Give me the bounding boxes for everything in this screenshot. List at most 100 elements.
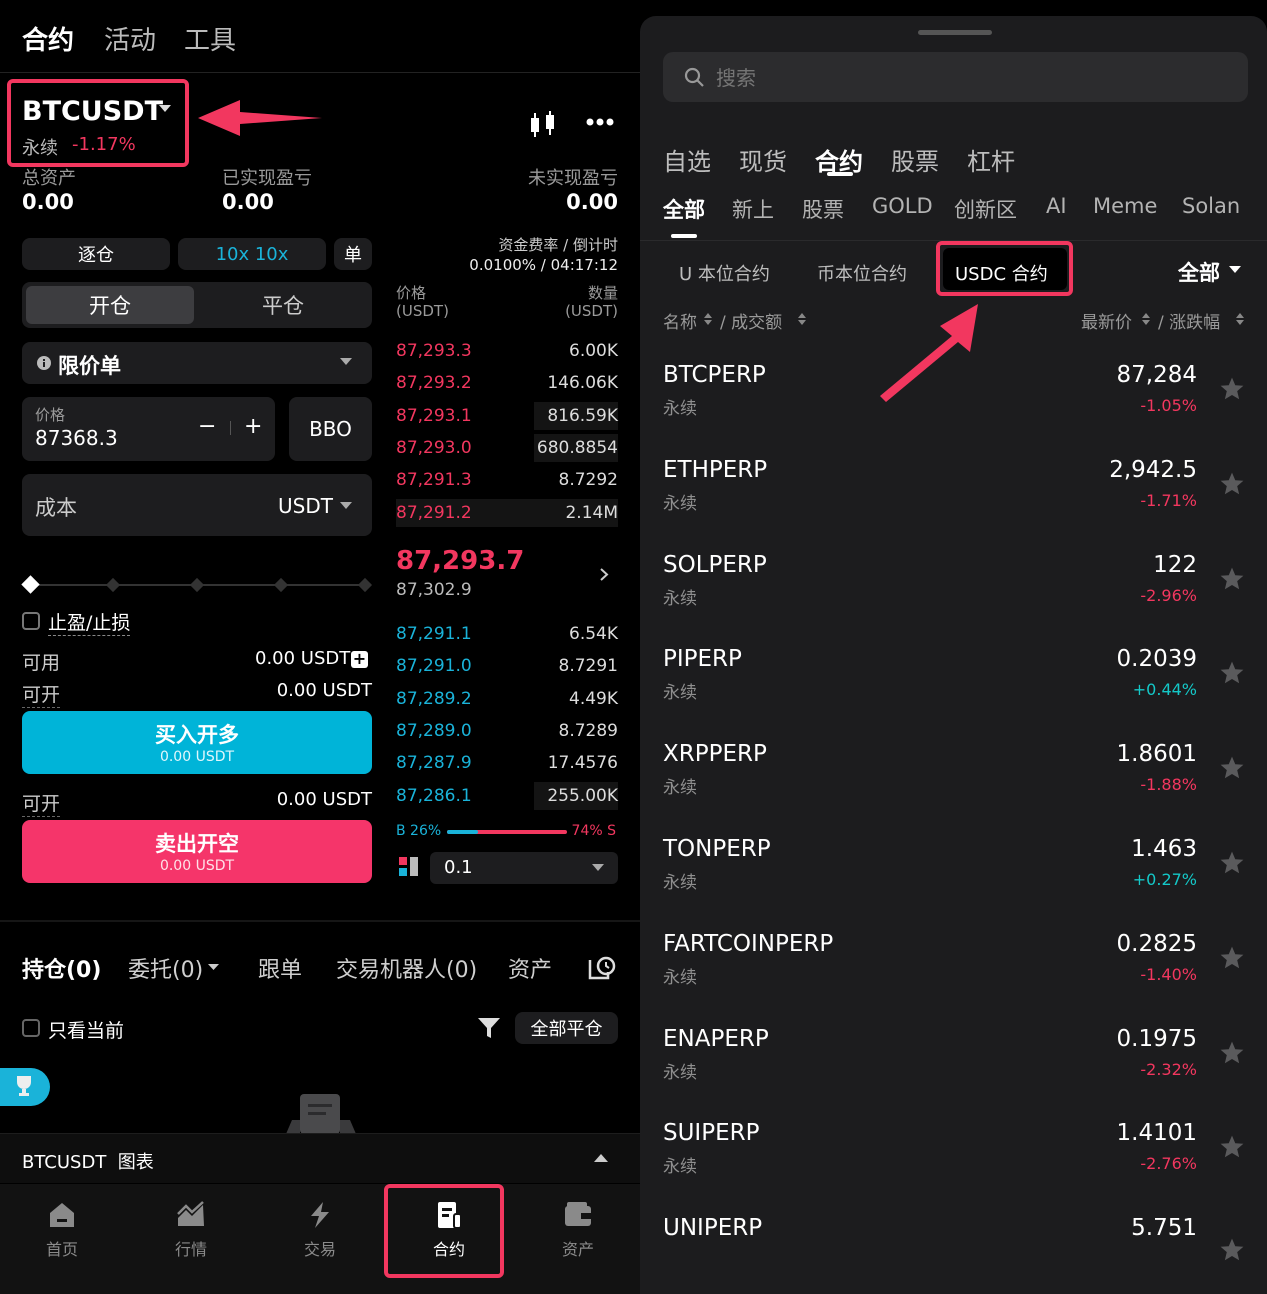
contract-type-coin[interactable]: 币本位合约 (817, 260, 907, 286)
col-change[interactable]: / 涨跌幅 (1158, 308, 1220, 333)
bbo-button[interactable]: BBO (289, 397, 372, 461)
price-decrement-button[interactable]: − (198, 414, 216, 439)
tab-copy-trade[interactable]: 跟单 (258, 952, 302, 984)
subcat-all[interactable]: 全部 (663, 194, 705, 224)
market-row[interactable]: FARTCOINPERP 永续 0.2825 -1.40% (640, 931, 1267, 1026)
chevron-up-icon[interactable] (594, 1153, 608, 1162)
category-favorites[interactable]: 自选 (663, 142, 711, 177)
nav-home[interactable]: 首页 (22, 1200, 102, 1260)
tpsl-checkbox[interactable] (22, 612, 40, 630)
transfer-icon[interactable]: + (351, 651, 368, 668)
price-field-value[interactable]: 87368.3 (35, 426, 118, 450)
market-row[interactable]: SUIPERP 永续 1.4101 -2.76% (640, 1120, 1267, 1215)
can-open-long-value: 0.00 USDT (276, 680, 372, 701)
open-tab[interactable]: 开仓 (26, 286, 194, 324)
cost-unit[interactable]: USDT (278, 494, 333, 518)
orderbook-row[interactable]: 87,289.0 8.7289 (396, 717, 618, 745)
orderbook-row[interactable]: 87,291.1 6.54K (396, 620, 618, 648)
buy-long-button[interactable]: 买入开多 0.00 USDT (22, 711, 372, 774)
close-tab[interactable]: 平仓 (198, 286, 368, 324)
sort-icon[interactable] (1236, 312, 1244, 326)
sort-icon[interactable] (798, 312, 806, 326)
nav-market[interactable]: 行情 (151, 1200, 231, 1260)
market-row[interactable]: BTCPERP 永续 87,284 -1.05% (640, 362, 1267, 457)
chevron-right-icon[interactable] (600, 568, 609, 581)
top-tab-events[interactable]: 活动 (104, 20, 156, 57)
col-name[interactable]: 名称 (663, 308, 697, 333)
chevron-down-icon[interactable] (208, 964, 219, 971)
orderbook-row[interactable]: 87,289.2 4.49K (396, 685, 618, 713)
orderbook-row[interactable]: 87,293.0 680.8854 (396, 433, 618, 462)
orderbook-row[interactable]: 87,287.9 17.4576 (396, 749, 618, 777)
contract-type-u[interactable]: U 本位合约 (679, 260, 770, 286)
sell-short-button[interactable]: 卖出开空 0.00 USDT (22, 820, 372, 883)
subcat-meme[interactable]: Meme (1093, 194, 1157, 218)
category-spot[interactable]: 现货 (739, 142, 787, 177)
orderbook-row[interactable]: 87,286.1 255.00K (396, 781, 618, 810)
star-icon[interactable] (1219, 755, 1245, 781)
market-row[interactable]: XRPPERP 永续 1.8601 -1.88% (640, 741, 1267, 836)
more-icon[interactable] (586, 118, 614, 126)
orderbook-row[interactable]: 87,293.3 6.00K (396, 337, 618, 365)
col-price[interactable]: 最新价 (1081, 308, 1132, 333)
col-volume[interactable]: / 成交额 (720, 308, 782, 333)
position-mode-button[interactable]: 单 (334, 238, 372, 270)
drag-handle[interactable] (918, 30, 992, 35)
star-icon[interactable] (1219, 1134, 1245, 1160)
market-row[interactable]: PIPERP 永续 0.2039 +0.44% (640, 646, 1267, 741)
orderbook-row[interactable]: 87,293.1 816.59K (396, 401, 618, 430)
subcat-gold[interactable]: GOLD (872, 194, 933, 218)
orderbook-row[interactable]: 87,293.2 146.06K (396, 369, 618, 397)
margin-mode-button[interactable]: 逐仓 (22, 238, 170, 270)
star-icon[interactable] (1219, 660, 1245, 686)
tab-bots[interactable]: 交易机器人(0) (336, 952, 477, 984)
market-row[interactable]: ENAPERP 永续 0.1975 -2.32% (640, 1026, 1267, 1121)
market-row[interactable]: UNIPERP 5.751 (640, 1215, 1267, 1294)
leverage-button[interactable]: 10x 10x (178, 238, 326, 270)
subcat-solana[interactable]: Solan (1182, 194, 1240, 218)
search-input[interactable] (716, 64, 1116, 92)
sort-icon[interactable] (704, 312, 712, 326)
chevron-down-icon[interactable] (1229, 266, 1241, 274)
buy-ratio: B 26% (396, 823, 442, 839)
market-row[interactable]: SOLPERP 永续 122 -2.96% (640, 552, 1267, 647)
subcat-new[interactable]: 新上 (732, 194, 774, 224)
tab-positions[interactable]: 持仓(0) (22, 952, 101, 984)
star-icon[interactable] (1219, 945, 1245, 971)
tab-orders[interactable]: 委托(0) (128, 952, 203, 984)
candlestick-icon[interactable] (528, 110, 558, 138)
only-current-checkbox[interactable] (22, 1019, 40, 1037)
star-icon[interactable] (1219, 471, 1245, 497)
subcat-ai[interactable]: AI (1046, 194, 1067, 218)
price-increment-button[interactable]: + (244, 414, 262, 439)
orderbook-row[interactable]: 87,291.0 8.7291 (396, 652, 618, 680)
subcat-stocks[interactable]: 股票 (802, 194, 844, 224)
highlight-nav-contract (384, 1184, 504, 1278)
top-tab-tools[interactable]: 工具 (184, 20, 236, 57)
filter-all[interactable]: 全部 (1178, 257, 1220, 287)
nav-trade[interactable]: 交易 (280, 1200, 360, 1260)
market-row-name: SOLPERP (663, 551, 767, 578)
star-icon[interactable] (1219, 1040, 1245, 1066)
star-icon[interactable] (1219, 376, 1245, 402)
market-row[interactable]: TONPERP 永续 1.463 +0.27% (640, 836, 1267, 931)
amount-slider-handle[interactable] (21, 575, 40, 594)
category-stocks[interactable]: 股票 (891, 142, 939, 177)
star-icon[interactable] (1219, 1237, 1245, 1263)
top-tab-contract[interactable]: 合约 (22, 20, 74, 57)
subcat-innovation[interactable]: 创新区 (954, 194, 1017, 224)
orderbook-row[interactable]: 87,291.2 2.14M (396, 498, 618, 527)
orderbook-layout-icon[interactable] (399, 857, 419, 877)
category-margin[interactable]: 杠杆 (967, 142, 1015, 177)
tab-assets[interactable]: 资产 (508, 952, 552, 984)
star-icon[interactable] (1219, 566, 1245, 592)
close-all-button[interactable]: 全部平仓 (515, 1012, 618, 1044)
nav-assets[interactable]: 资产 (538, 1200, 618, 1260)
star-icon[interactable] (1219, 850, 1245, 876)
sort-icon[interactable] (1142, 312, 1150, 326)
history-icon[interactable] (588, 954, 616, 980)
tpsl-label[interactable]: 止盈/止损 (48, 608, 131, 636)
orderbook-row[interactable]: 87,291.3 8.7292 (396, 466, 618, 494)
filter-icon[interactable] (478, 1017, 500, 1039)
market-row[interactable]: ETHPERP 永续 2,942.5 -1.71% (640, 457, 1267, 552)
